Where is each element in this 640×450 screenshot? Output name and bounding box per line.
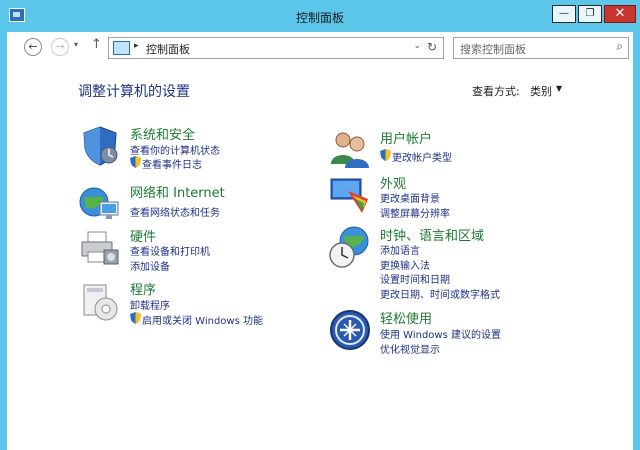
link-use-windows-recommended-settings[interactable]: 使用 Windows 建议的设置 (380, 326, 501, 341)
breadcrumb-control-panel[interactable]: 控制面板 (146, 41, 190, 57)
link-view-network-status[interactable]: 查看网络状态和任务 (130, 204, 220, 219)
appearance-icon[interactable] (328, 173, 372, 217)
clock-globe-icon[interactable] (328, 225, 372, 269)
link-optimize-visual-display[interactable]: 优化视觉显示 (380, 341, 440, 356)
view-by-dropdown-icon[interactable]: ▼ (556, 84, 562, 93)
title-bar[interactable]: 控制面板 — ❐ ✕ (0, 0, 640, 32)
ease-of-access-icon[interactable] (328, 308, 372, 352)
category-hardware: 硬件 查看设备和打印机 添加设备 (78, 226, 298, 273)
window-title: 控制面板 (295, 11, 344, 25)
category-title-network-internet[interactable]: 网络和 Internet (130, 182, 225, 201)
link-view-event-logs[interactable]: 查看事件日志 (142, 156, 202, 171)
recent-locations-dropdown[interactable]: ▾ (74, 40, 78, 49)
link-add-device[interactable]: 添加设备 (130, 258, 170, 273)
link-change-desktop-background[interactable]: 更改桌面背景 (380, 190, 440, 205)
back-button[interactable]: ← (24, 38, 42, 56)
navigation-bar: ← → ▾ ↑ ▸ 控制面板 ⌄ ↻ 搜索控制面板 ⌕ (7, 32, 633, 61)
category-network-internet: 网络和 Internet 查看网络状态和任务 (78, 182, 298, 226)
link-turn-windows-features[interactable]: 启用或关闭 Windows 功能 (142, 312, 263, 327)
link-view-computer-status[interactable]: 查看你的计算机状态 (130, 142, 220, 157)
link-uninstall-program[interactable]: 卸载程序 (130, 297, 170, 312)
refresh-icon[interactable]: ↻ (427, 40, 437, 54)
category-user-accounts: 用户帐户 更改帐户类型 (328, 128, 568, 172)
address-bar[interactable]: ▸ 控制面板 ⌄ ↻ (108, 37, 444, 59)
link-change-account-type[interactable]: 更改帐户类型 (392, 149, 452, 164)
control-panel-content: ← → ▾ ↑ ▸ 控制面板 ⌄ ↻ 搜索控制面板 ⌕ 调整计算机的设置 查看方… (7, 32, 633, 450)
programs-icon[interactable] (78, 279, 122, 323)
uac-shield-icon (130, 312, 141, 324)
category-programs: 程序 卸载程序 启用或关闭 Windows 功能 (78, 279, 298, 327)
control-panel-icon (113, 41, 130, 55)
link-set-time-date[interactable]: 设置时间和日期 (380, 271, 450, 286)
link-view-devices-printers[interactable]: 查看设备和打印机 (130, 243, 210, 258)
search-input[interactable]: 搜索控制面板 (460, 41, 526, 57)
link-adjust-screen-resolution[interactable]: 调整屏幕分辨率 (380, 205, 450, 220)
address-dropdown[interactable]: ⌄ (413, 41, 421, 51)
category-clock-language-region: 时钟、语言和区域 添加语言 更换输入法 设置时间和日期 更改日期、时间或数字格式 (328, 225, 568, 301)
uac-shield-icon (130, 156, 141, 168)
link-change-date-time-number-formats[interactable]: 更改日期、时间或数字格式 (380, 286, 500, 301)
page-title: 调整计算机的设置 (78, 84, 190, 100)
window: 控制面板 — ❐ ✕ ← → ▾ ↑ ▸ 控制面板 ⌄ ↻ 搜索控制面板 ⌕ 调… (0, 0, 640, 450)
minimize-button[interactable]: — (552, 5, 576, 23)
uac-shield-icon (380, 149, 391, 161)
up-button[interactable]: ↑ (91, 37, 102, 52)
shield-icon[interactable] (78, 124, 122, 168)
users-icon[interactable] (328, 128, 372, 172)
view-by-selector[interactable]: 类别 (530, 83, 552, 99)
category-title-programs[interactable]: 程序 (130, 279, 156, 298)
close-button[interactable]: ✕ (604, 5, 636, 23)
link-add-language[interactable]: 添加语言 (380, 242, 420, 257)
maximize-button[interactable]: ❐ (578, 5, 602, 23)
category-appearance: 外观 更改桌面背景 调整屏幕分辨率 (328, 173, 568, 220)
breadcrumb-separator[interactable]: ▸ (134, 41, 139, 51)
category-title-ease-of-access[interactable]: 轻松使用 (380, 308, 432, 327)
search-icon[interactable]: ⌕ (616, 39, 623, 54)
category-title-system-security[interactable]: 系统和安全 (130, 124, 195, 143)
category-system-security: 系统和安全 查看你的计算机状态 查看事件日志 (78, 124, 298, 171)
forward-button[interactable]: → (51, 38, 69, 56)
link-change-input-method[interactable]: 更换输入法 (380, 257, 430, 272)
search-box[interactable]: 搜索控制面板 ⌕ (453, 37, 629, 59)
printer-icon[interactable] (78, 226, 122, 270)
view-by-label: 查看方式: (472, 85, 520, 98)
network-globe-icon[interactable] (78, 182, 122, 226)
category-ease-of-access: 轻松使用 使用 Windows 建议的设置 优化视觉显示 (328, 308, 568, 356)
category-title-user-accounts[interactable]: 用户帐户 (380, 128, 432, 147)
